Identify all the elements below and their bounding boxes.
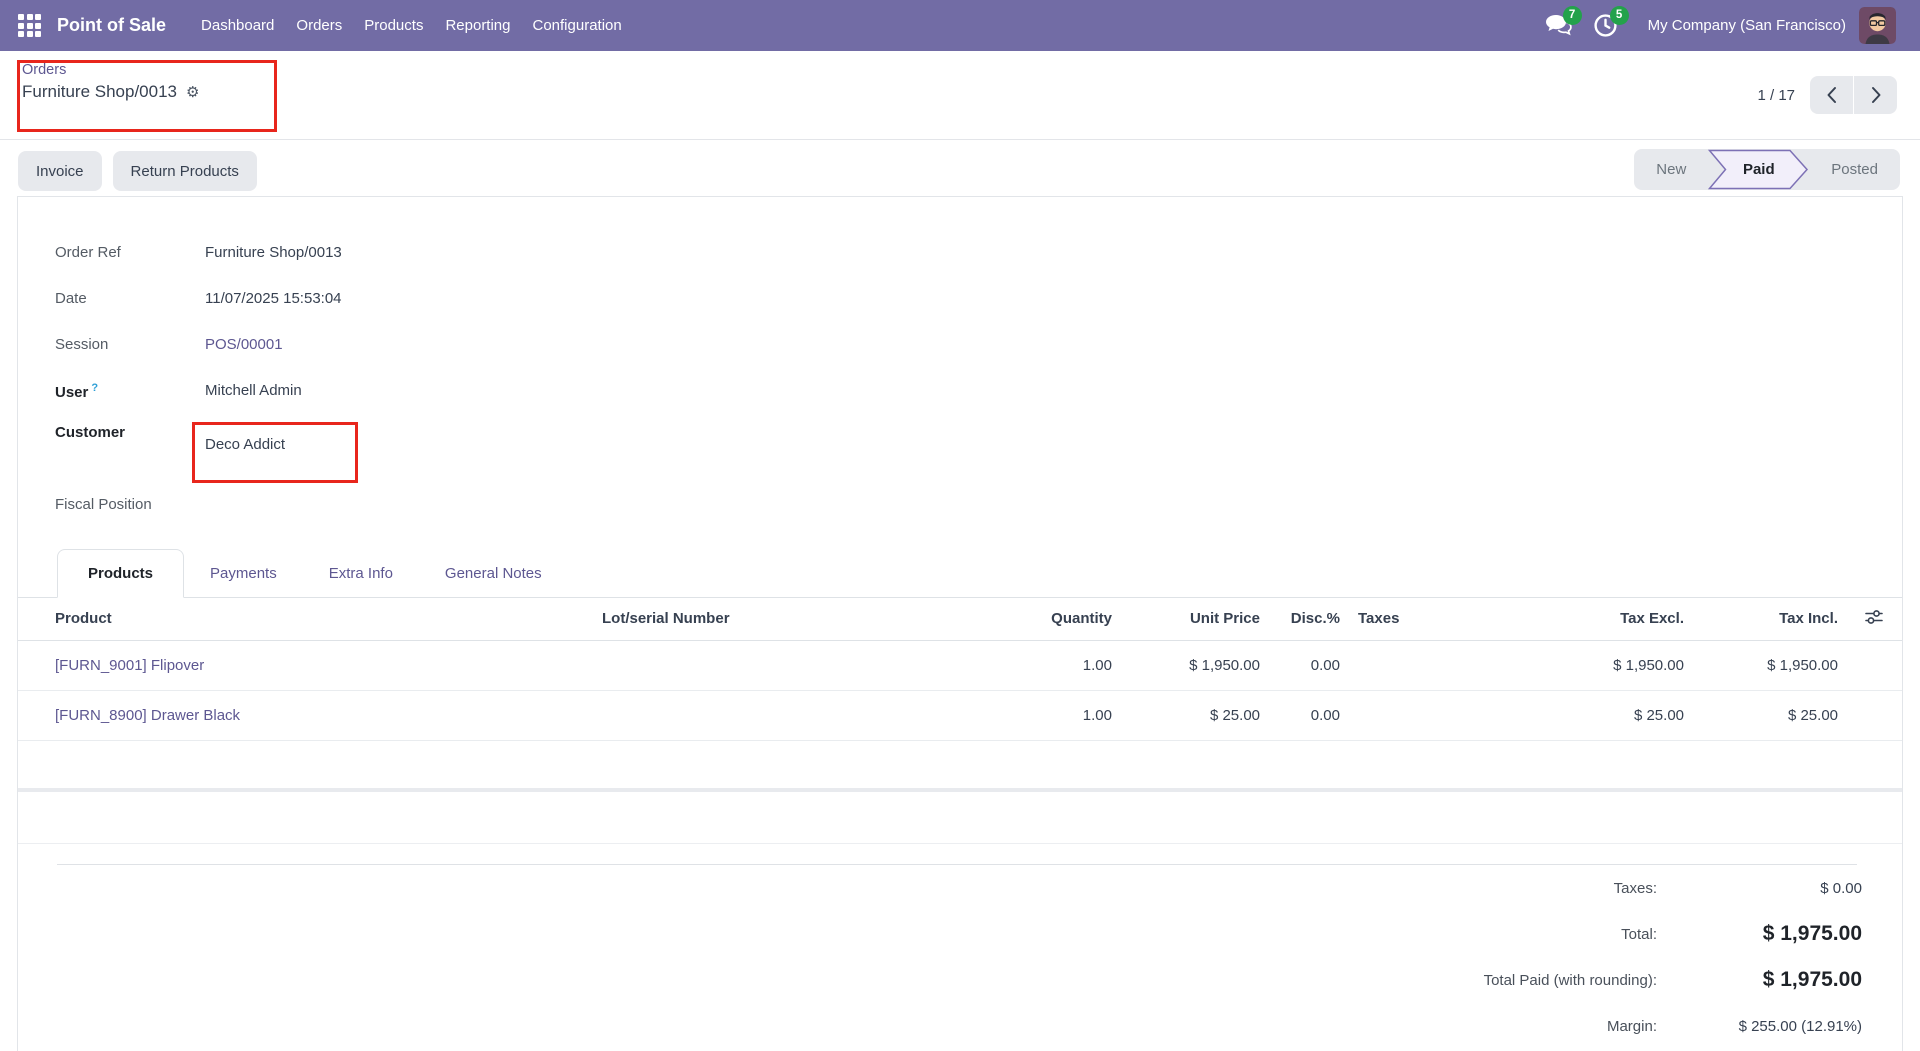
totals-label-total-paid: Total Paid (with rounding): xyxy=(1484,972,1657,989)
user-avatar[interactable] xyxy=(1859,7,1896,44)
field-value-customer[interactable]: Deco Addict xyxy=(205,424,285,484)
page: Point of Sale Dashboard Orders Products … xyxy=(0,0,1920,1051)
menu-products[interactable]: Products xyxy=(353,11,434,40)
stage-posted[interactable]: Posted xyxy=(1809,161,1900,178)
table-row[interactable]: [FURN_9001] Flipover 1.00 $ 1,950.00 0.0… xyxy=(18,640,1902,690)
tab-general-notes[interactable]: General Notes xyxy=(419,550,568,597)
menu-dashboard[interactable]: Dashboard xyxy=(190,11,285,40)
table-row[interactable]: [FURN_8900] Drawer Black 1.00 $ 25.00 0.… xyxy=(18,690,1902,740)
column-header-lot-serial[interactable]: Lot/serial Number xyxy=(595,598,860,640)
order-totals: Taxes: $ 0.00 Total: $ 1,975.00 Total Pa… xyxy=(18,865,1902,1049)
column-header-unit-price[interactable]: Unit Price xyxy=(1120,598,1268,640)
totals-value-margin: $ 255.00 (12.91%) xyxy=(1657,1018,1862,1035)
empty-table-row xyxy=(18,740,1902,790)
apps-menu-icon[interactable] xyxy=(18,14,41,37)
totals-label-taxes: Taxes: xyxy=(1614,880,1657,897)
cell-tax-excl: $ 25.00 xyxy=(1448,690,1692,740)
field-label-order-ref: Order Ref xyxy=(55,244,205,266)
pager-previous-button[interactable] xyxy=(1810,76,1853,114)
tab-extra-info[interactable]: Extra Info xyxy=(303,550,419,597)
notebook-tabs: Products Payments Extra Info General Not… xyxy=(18,544,1902,598)
totals-value-taxes: $ 0.00 xyxy=(1657,880,1862,897)
app-name[interactable]: Point of Sale xyxy=(57,15,166,36)
company-switcher[interactable]: My Company (San Francisco) xyxy=(1648,17,1846,34)
tab-payments[interactable]: Payments xyxy=(184,550,303,597)
column-header-tax-excl[interactable]: Tax Excl. xyxy=(1448,598,1692,640)
menu-configuration[interactable]: Configuration xyxy=(522,11,633,40)
table-header-row: Product Lot/serial Number Quantity Unit … xyxy=(18,598,1902,640)
chevron-right-icon xyxy=(1870,86,1882,104)
column-header-disc[interactable]: Disc.% xyxy=(1268,598,1348,640)
activities-count-badge: 5 xyxy=(1610,6,1629,25)
return-products-button[interactable]: Return Products xyxy=(113,151,257,191)
invoice-button[interactable]: Invoice xyxy=(18,151,102,191)
column-header-quantity[interactable]: Quantity xyxy=(860,598,1120,640)
top-navbar: Point of Sale Dashboard Orders Products … xyxy=(0,0,1920,51)
avatar-image xyxy=(1859,7,1896,44)
cell-disc: 0.00 xyxy=(1268,690,1348,740)
field-value-order-ref: Furniture Shop/0013 xyxy=(205,244,342,266)
cell-tax-incl: $ 1,950.00 xyxy=(1692,640,1846,690)
product-link[interactable]: [FURN_8900] Drawer Black xyxy=(55,707,240,724)
stage-paid[interactable]: Paid xyxy=(1708,149,1809,190)
order-lines-table: Product Lot/serial Number Quantity Unit … xyxy=(18,598,1902,792)
optional-columns-button[interactable] xyxy=(1846,598,1902,640)
order-form-sheet: Order Ref Furniture Shop/0013 Date 11/07… xyxy=(17,196,1903,1051)
control-panel: Orders Furniture Shop/0013 ⚙ 1 / 17 xyxy=(0,51,1920,140)
cell-unit-price: $ 1,950.00 xyxy=(1120,640,1268,690)
messages-count-badge: 7 xyxy=(1563,6,1582,25)
column-header-tax-incl[interactable]: Tax Incl. xyxy=(1692,598,1846,640)
field-value-session-link[interactable]: POS/00001 xyxy=(205,336,283,353)
field-label-session: Session xyxy=(55,336,205,358)
main-menu: Dashboard Orders Products Reporting Conf… xyxy=(190,11,633,40)
column-header-product[interactable]: Product xyxy=(18,598,595,640)
order-fields: Order Ref Furniture Shop/0013 Date 11/07… xyxy=(18,244,1902,518)
stage-new[interactable]: New xyxy=(1634,161,1708,178)
list-bottom-spacer xyxy=(18,792,1902,844)
tab-products[interactable]: Products xyxy=(57,549,184,598)
help-icon[interactable]: ? xyxy=(91,382,98,394)
field-label-user: User? xyxy=(55,382,205,404)
pager-value: 1 / 17 xyxy=(1757,87,1795,104)
breadcrumb: Orders Furniture Shop/0013 ⚙ xyxy=(22,60,199,102)
pager: 1 / 17 xyxy=(1757,76,1897,114)
statusbar: New Paid Posted xyxy=(1634,149,1900,190)
sliders-icon xyxy=(1865,609,1883,625)
pager-next-button[interactable] xyxy=(1854,76,1897,114)
cell-disc: 0.00 xyxy=(1268,640,1348,690)
cell-tax-excl: $ 1,950.00 xyxy=(1448,640,1692,690)
cell-quantity: 1.00 xyxy=(860,640,1120,690)
cell-tax-incl: $ 25.00 xyxy=(1692,690,1846,740)
gear-icon[interactable]: ⚙ xyxy=(186,83,199,101)
action-bar: Invoice Return Products New Paid Posted xyxy=(0,140,1920,196)
menu-orders[interactable]: Orders xyxy=(285,11,353,40)
activities-button[interactable]: 5 xyxy=(1589,11,1623,41)
page-title: Furniture Shop/0013 xyxy=(22,82,177,102)
field-label-customer: Customer xyxy=(55,424,205,484)
column-header-taxes[interactable]: Taxes xyxy=(1348,598,1448,640)
product-link[interactable]: [FURN_9001] Flipover xyxy=(55,657,204,674)
totals-value-total: $ 1,975.00 xyxy=(1657,922,1862,946)
cell-unit-price: $ 25.00 xyxy=(1120,690,1268,740)
field-label-date: Date xyxy=(55,290,205,312)
breadcrumb-orders-link[interactable]: Orders xyxy=(22,60,66,80)
totals-label-margin: Margin: xyxy=(1607,1018,1657,1035)
totals-value-total-paid: $ 1,975.00 xyxy=(1657,968,1862,992)
field-value-date: 11/07/2025 15:53:04 xyxy=(205,290,342,312)
messages-button[interactable]: 7 xyxy=(1542,11,1576,41)
totals-label-total: Total: xyxy=(1621,926,1657,943)
cell-quantity: 1.00 xyxy=(860,690,1120,740)
menu-reporting[interactable]: Reporting xyxy=(434,11,521,40)
chevron-left-icon xyxy=(1826,86,1838,104)
field-label-fiscal-position: Fiscal Position xyxy=(55,496,205,518)
field-value-user: Mitchell Admin xyxy=(205,382,302,404)
